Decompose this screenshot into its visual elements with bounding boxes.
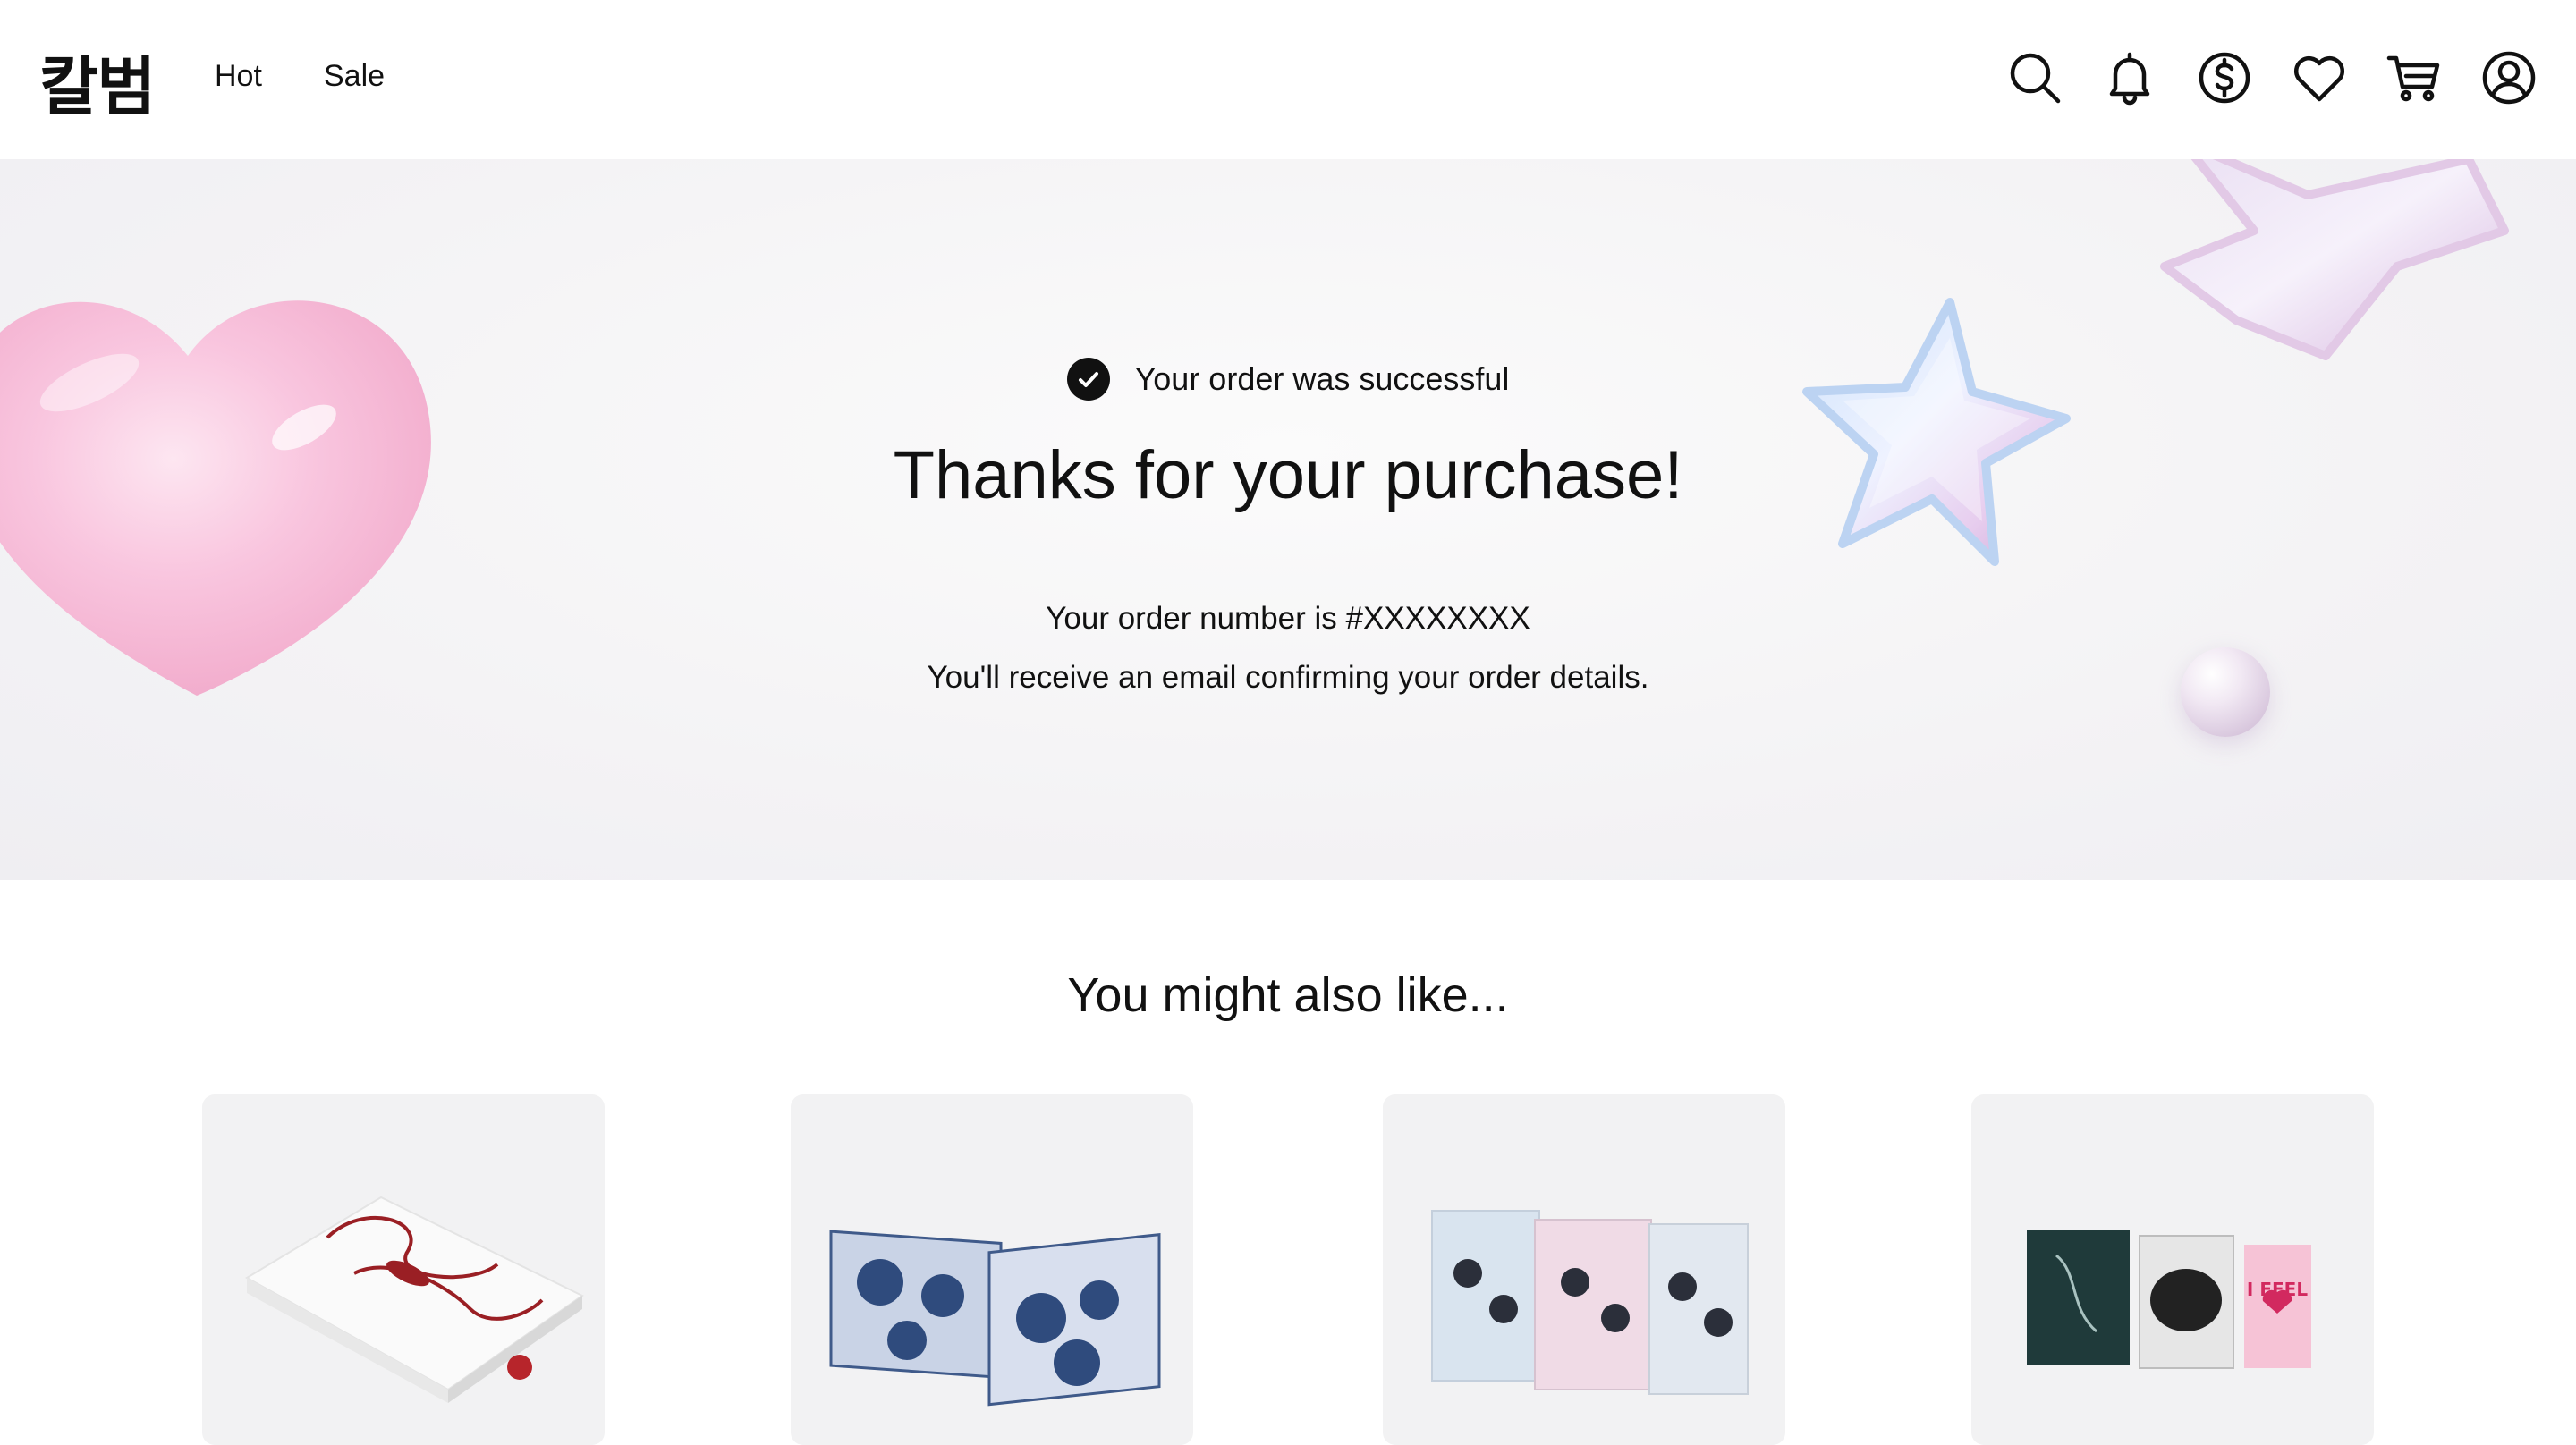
product-image-4: I FEEL: [2027, 1230, 2311, 1369]
product-image-2: [829, 1230, 1161, 1407]
product-card-4[interactable]: I FEEL: [1971, 1094, 2374, 1445]
page-title: Thanks for your purchase!: [893, 437, 1683, 513]
product-image-1: [245, 1196, 584, 1403]
check-circle-icon: [1066, 358, 1110, 401]
email-confirmation-note: You'll receive an email confirming your …: [927, 660, 1649, 695]
order-number-text: Your order number is #XXXXXXXX: [1046, 601, 1530, 636]
success-text: Your order was successful: [1134, 360, 1510, 397]
nav-link-hot[interactable]: Hot: [215, 59, 262, 94]
account-icon[interactable]: [2478, 46, 2540, 109]
success-message-row: Your order was successful: [0, 358, 2576, 401]
currency-icon[interactable]: [2193, 46, 2256, 109]
order-success-hero: Your order was successful Thanks for you…: [0, 159, 2576, 880]
top-navbar: 칼범 Hot Sale: [0, 0, 2576, 159]
bell-icon[interactable]: [2098, 46, 2161, 109]
search-icon[interactable]: [2004, 46, 2066, 109]
recommendations-title: You might also like...: [1067, 968, 1509, 1022]
heart-icon[interactable]: [2288, 46, 2351, 109]
product-image-3: [1431, 1210, 1749, 1395]
cart-icon[interactable]: [2383, 46, 2445, 109]
product-card-1[interactable]: [202, 1094, 605, 1445]
header-icons: [2004, 46, 2540, 109]
site-logo[interactable]: 칼범: [39, 34, 156, 128]
product-card-2[interactable]: [791, 1094, 1193, 1445]
nav-link-sale[interactable]: Sale: [324, 59, 385, 94]
product-card-3[interactable]: [1383, 1094, 1785, 1445]
